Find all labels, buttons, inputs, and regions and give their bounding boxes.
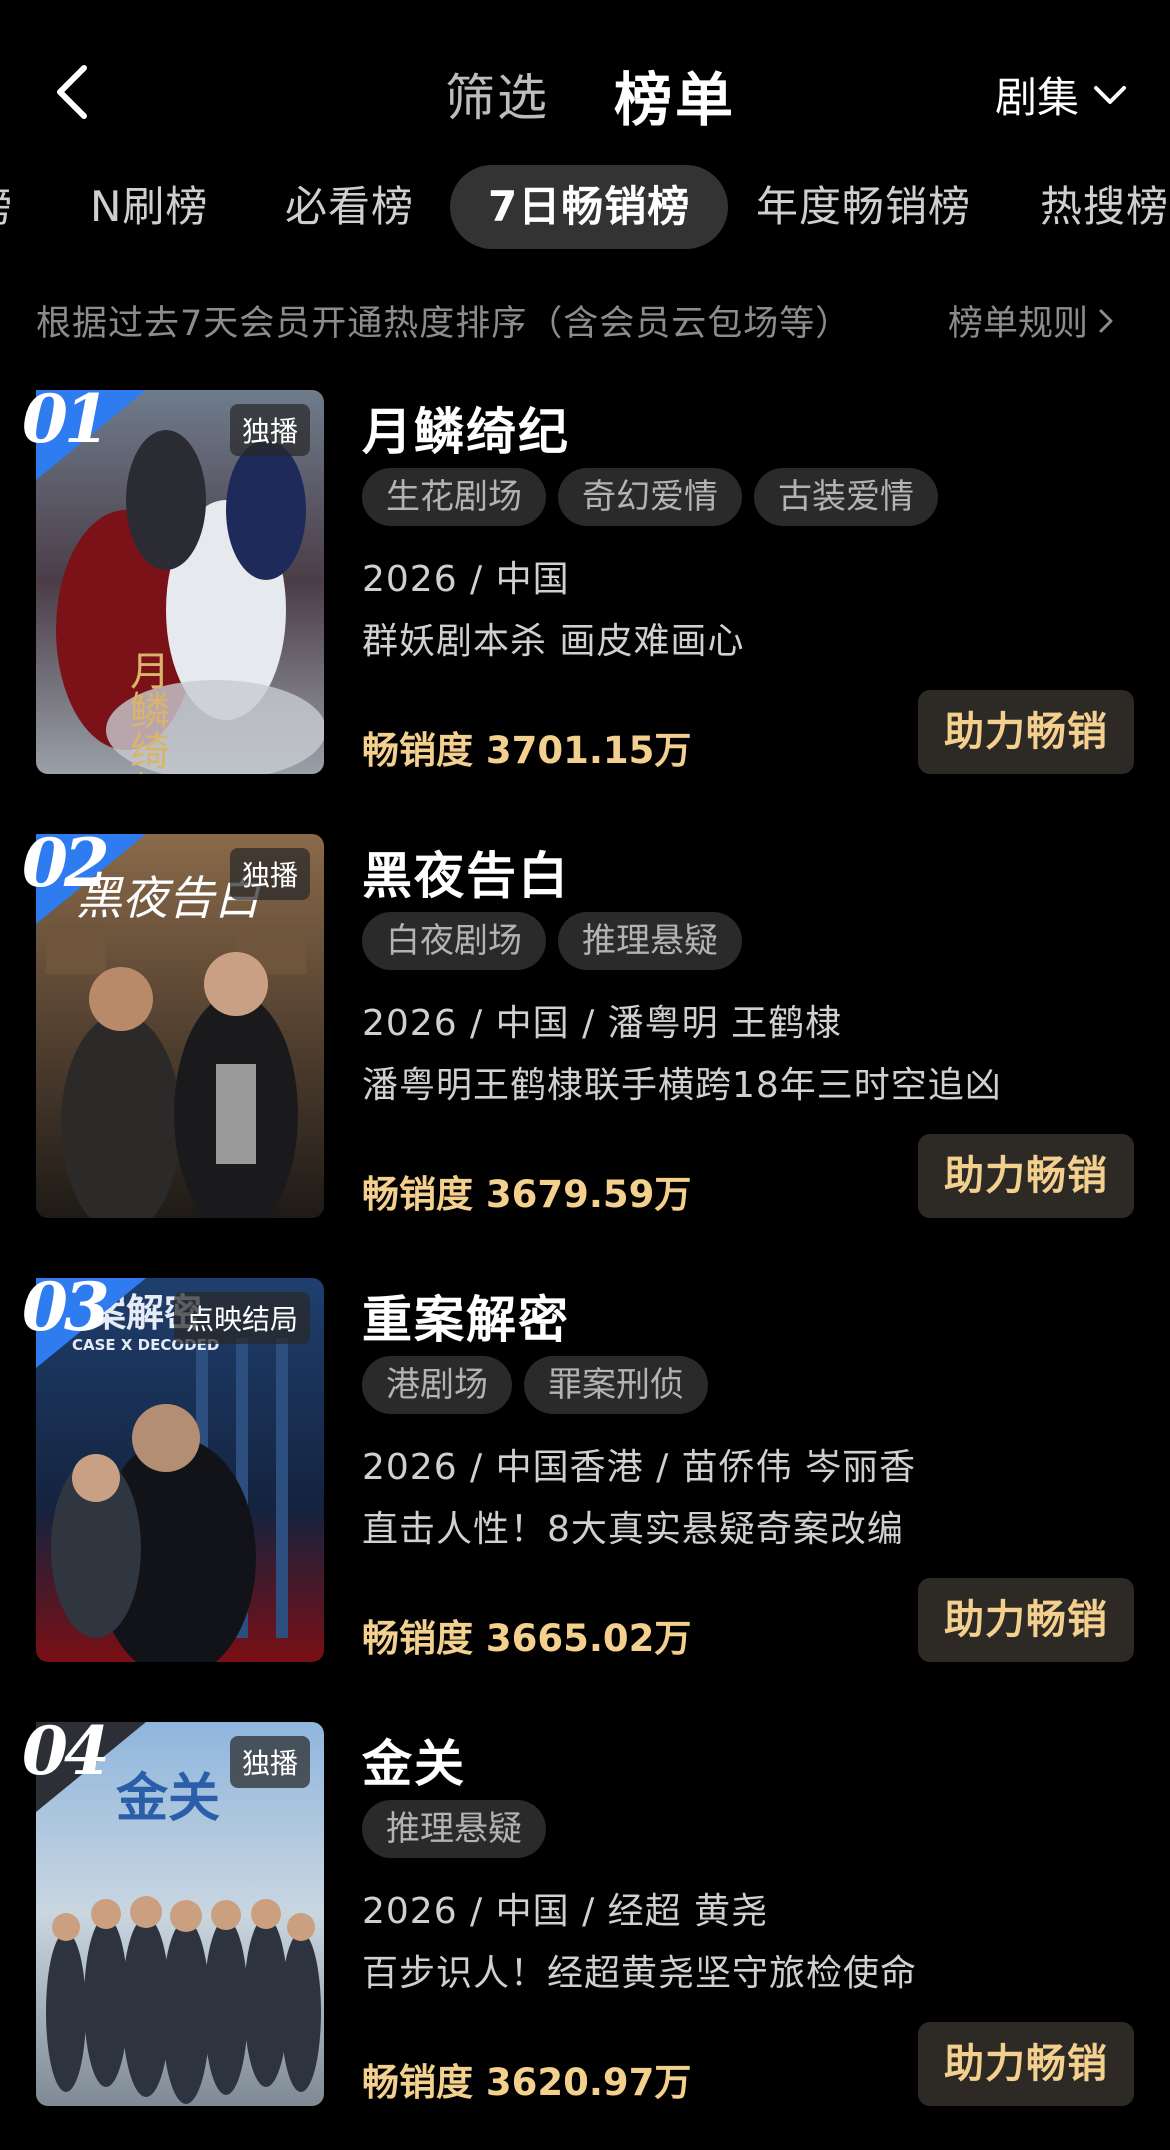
exclusive-badge: 独播 — [229, 1736, 310, 1788]
boost-sales-button[interactable]: 助力畅销 — [918, 1134, 1134, 1218]
svg-text:月鳞绮纪: 月鳞绮纪 — [123, 650, 169, 774]
boost-sales-button[interactable]: 助力畅销 — [918, 2022, 1134, 2106]
sales-score: 畅销度 3620.97万 — [362, 2061, 692, 2104]
tab-annual-bestseller[interactable]: 年度畅销榜 — [756, 165, 971, 249]
tab-must-watch[interactable]: 必看榜 — [285, 165, 414, 249]
tag[interactable]: 罪案刑侦 — [524, 1356, 708, 1414]
chevron-right-icon — [1099, 309, 1113, 332]
top-nav: 筛选 榜单 剧集 — [0, 0, 1170, 180]
tag-list: 推理悬疑 — [362, 1800, 546, 1858]
rule-link[interactable]: 榜单规则 — [948, 295, 1114, 346]
drama-slogan: 潘粤明王鹤棣联手横跨18年三时空追凶 — [362, 1065, 1002, 1106]
nav-filter-tab[interactable]: 筛选 — [445, 58, 549, 130]
drama-meta: 2026 / 中国 / 经超 黄尧 — [362, 1891, 769, 1932]
tab-hot-search[interactable]: 热搜榜 — [1040, 165, 1169, 249]
nav-rank-tab[interactable]: 榜单 — [614, 53, 736, 137]
tag[interactable]: 生花剧场 — [362, 468, 546, 526]
rank-number: 02 — [22, 824, 110, 902]
drama-slogan: 群妖剧本杀 画皮难画心 — [362, 621, 745, 662]
tag[interactable]: 推理悬疑 — [558, 912, 742, 970]
drama-title[interactable]: 月鳞绮纪 — [362, 392, 570, 464]
rank-number: 01 — [22, 380, 110, 458]
exclusive-badge: 独播 — [229, 404, 310, 456]
back-arrow-icon[interactable] — [50, 62, 94, 122]
drama-slogan: 直击人性！8大真实悬疑奇案改编 — [362, 1509, 904, 1550]
tag-list: 白夜剧场 推理悬疑 — [362, 912, 742, 970]
tag[interactable]: 港剧场 — [362, 1356, 512, 1414]
sales-score: 畅销度 3701.15万 — [362, 729, 692, 772]
list-item[interactable]: 黑夜告白 独播 02 黑夜告白 白夜剧场 推理悬疑 2026 / 中国 / 潘粤… — [0, 824, 1170, 1234]
sales-score: 畅销度 3679.59万 — [362, 1173, 692, 1216]
drama-meta: 2026 / 中国香港 / 苗侨伟 岑丽香 — [362, 1447, 917, 1488]
tag[interactable]: 白夜剧场 — [362, 912, 546, 970]
exclusive-badge: 独播 — [229, 848, 310, 900]
drama-meta: 2026 / 中国 — [362, 559, 570, 600]
sales-score: 畅销度 3665.02万 — [362, 1617, 692, 1660]
tag[interactable]: 奇幻爱情 — [558, 468, 742, 526]
list-item[interactable]: 月鳞绮纪 独播 01 月鳞绮纪 生花剧场 奇幻爱情 古装爱情 2026 / 中国… — [0, 380, 1170, 790]
drama-meta: 2026 / 中国 / 潘粤明 王鹤棣 — [362, 1003, 843, 1044]
rule-description: 根据过去7天会员开通热度排序（含会员云包场等） — [36, 304, 852, 344]
drama-title[interactable]: 黑夜告白 — [362, 836, 570, 908]
tag[interactable]: 推理悬疑 — [362, 1800, 546, 1858]
drama-title[interactable]: 金关 — [362, 1724, 466, 1796]
list-item[interactable]: 金关 独播 04 金关 推理悬疑 2026 / 中国 / 经超 黄尧 百步识人！… — [0, 1712, 1170, 2122]
rank-number: 04 — [22, 1712, 110, 1790]
rank-number: 03 — [22, 1268, 110, 1346]
tag-list: 生花剧场 奇幻爱情 古装爱情 — [362, 468, 938, 526]
list-item[interactable]: 重案解密 CASE X DECODED 点映结局 03 重案解密 港剧场 罪案刑… — [0, 1268, 1170, 1678]
rule-link-label: 榜单规则 — [948, 304, 1089, 344]
boost-sales-button[interactable]: 助力畅销 — [918, 690, 1134, 774]
tag[interactable]: 古装爱情 — [754, 468, 938, 526]
finale-badge: 点映结局 — [173, 1292, 310, 1344]
tab-partial[interactable]: 榜 — [0, 165, 13, 249]
category-dropdown[interactable]: 剧集 — [995, 64, 1127, 125]
drama-slogan: 百步识人！经超黄尧坚守旅检使命 — [362, 1953, 918, 1994]
chevron-down-icon — [1094, 85, 1127, 104]
tab-n-rewatch[interactable]: N刷榜 — [90, 165, 208, 249]
boost-sales-button[interactable]: 助力畅销 — [918, 1578, 1134, 1662]
drama-title[interactable]: 重案解密 — [362, 1280, 570, 1352]
tag-list: 港剧场 罪案刑侦 — [362, 1356, 708, 1414]
ranking-tabs: 榜 N刷榜 必看榜 7日畅销榜 年度畅销榜 热搜榜 — [0, 165, 1170, 250]
category-label: 剧集 — [995, 73, 1080, 122]
tab-7day-bestseller[interactable]: 7日畅销榜 — [450, 165, 729, 249]
